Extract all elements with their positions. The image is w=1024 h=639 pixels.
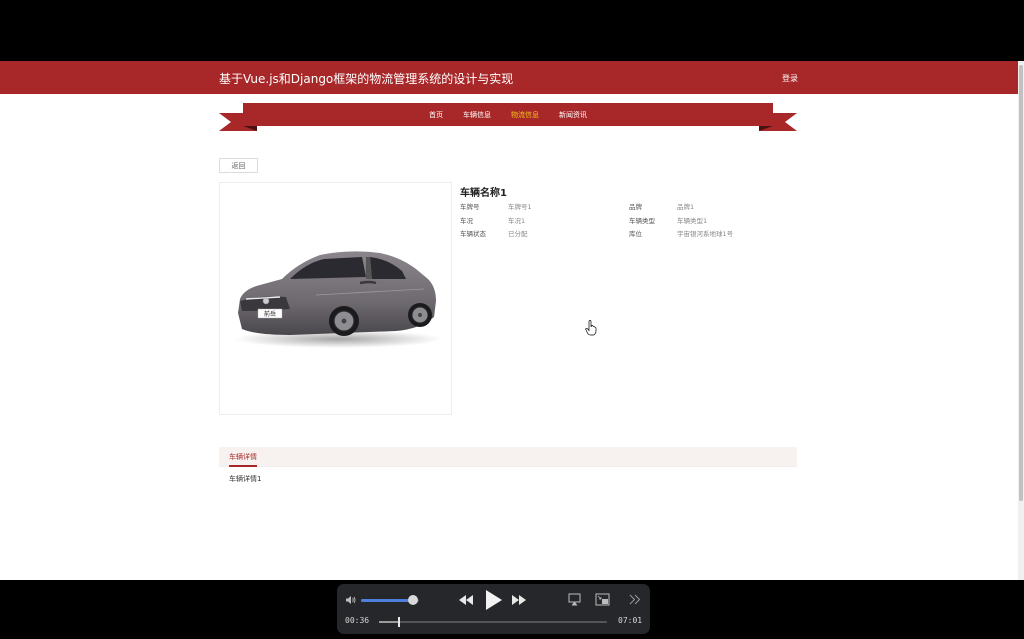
seek-knob[interactable] [397,617,400,627]
ribbon-tail-right [785,113,797,131]
attr-key: 库位 [629,230,642,238]
nav-item-news[interactable]: 新闻资讯 [559,110,587,120]
airplay-icon[interactable] [568,593,581,606]
detail-tabs: 车辆详情 [219,447,797,467]
top-header: 基于Vue.js和Django框架的物流管理系统的设计与实现 登录 [0,61,1018,94]
tab-content: 车辆详情1 [229,475,262,483]
attr-value: 宇宙银河系地球1号 [677,230,734,238]
attr-value: 车辆类型1 [677,217,708,225]
hand-cursor-icon [585,320,597,336]
ribbon-main: 首页 车辆信息 物流信息 新闻资讯 [243,103,773,126]
seek-fill [379,621,399,623]
attr-value: 已分配 [508,230,528,238]
nav-item-logistics[interactable]: 物流信息 [511,110,539,120]
chevron-more-icon[interactable] [629,593,641,606]
picture-in-picture-icon[interactable] [595,593,610,606]
attr-key: 车辆类型 [629,217,655,225]
attr-condition: 车况 车况1 [460,215,525,225]
attr-key: 车况 [460,217,473,225]
main-nav: 首页 车辆信息 物流信息 新闻资讯 [243,103,773,126]
fast-forward-icon[interactable] [511,593,527,607]
current-time: 00:36 [345,616,370,625]
attr-plate: 车牌号 车牌号1 [460,201,532,211]
attr-key: 车牌号 [460,203,480,211]
car-image: 前岳 [234,251,442,348]
scrollbar-thumb[interactable] [1019,65,1023,501]
ribbon-fold-right [759,126,773,131]
car-image-box: 前岳 [219,182,452,415]
screen: 基于Vue.js和Django框架的物流管理系统的设计与实现 登录 首页 车辆信… [0,0,1024,639]
attr-value: 车牌号1 [508,203,532,211]
play-icon[interactable] [483,589,503,611]
attr-key: 品牌 [629,203,642,211]
car-info: 车辆名称1 车牌号 车牌号1 品牌 品牌1 车况 车况1 车辆类型 车辆类型1 车辆状态… [460,184,800,238]
attr-status: 车辆状态 已分配 [460,228,528,238]
ribbon-tail-left [219,113,231,131]
page-scrollbar[interactable] [1018,61,1024,580]
nav-item-home[interactable]: 首页 [429,110,443,120]
site-title: 基于Vue.js和Django框架的物流管理系统的设计与实现 [219,72,514,86]
attr-key: 车辆状态 [460,230,486,238]
attr-value: 车况1 [508,217,526,225]
video-controls: 00:36 07:01 [337,584,650,634]
nav-item-vehicles[interactable]: 车辆信息 [463,110,491,120]
tab-vehicle-details[interactable]: 车辆详情 [229,452,257,467]
volume-fill [361,599,414,602]
ribbon-fold-left [243,126,257,131]
login-link[interactable]: 登录 [782,73,798,84]
browser-page: 基于Vue.js和Django框架的物流管理系统的设计与实现 登录 首页 车辆信… [0,61,1018,580]
volume-icon[interactable] [345,594,357,606]
attr-location: 库位 宇宙银河系地球1号 [629,228,733,238]
car-name: 车辆名称1 [460,188,507,199]
attr-brand: 品牌 品牌1 [629,201,694,211]
volume-knob[interactable] [408,595,419,605]
rewind-icon[interactable] [458,593,474,607]
attr-type: 车辆类型 车辆类型1 [629,215,707,225]
volume-slider[interactable] [361,595,419,605]
total-time: 07:01 [618,616,643,625]
attr-value: 品牌1 [677,203,695,211]
back-button[interactable]: 返回 [219,158,258,173]
nav-ribbon: 首页 车辆信息 物流信息 新闻资讯 [219,103,797,133]
plate-text: 前岳 [264,310,276,318]
seek-bar[interactable] [379,617,607,627]
